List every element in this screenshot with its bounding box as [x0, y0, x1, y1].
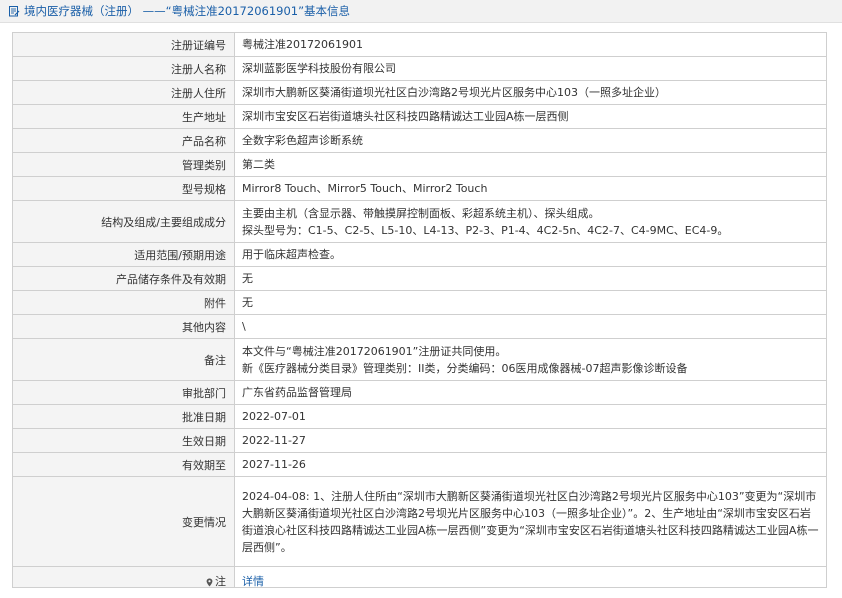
- row-value: 粤械注准20172061901: [242, 38, 363, 51]
- row-label: 变更情况: [13, 477, 235, 566]
- row-label: 其他内容: [13, 315, 235, 338]
- row-value: 无: [242, 272, 253, 285]
- row-label: 注册人名称: [13, 57, 235, 80]
- row-label: 管理类别: [13, 153, 235, 176]
- map-pin-icon: [206, 577, 213, 586]
- row-label: 产品名称: [13, 129, 235, 152]
- info-table: 注册证编号 粤械注准20172061901 注册人名称 深圳蓝影医学科技股份有限…: [12, 32, 827, 588]
- edit-document-icon: [8, 5, 20, 17]
- table-row: 其他内容 \: [13, 315, 826, 339]
- row-value: 全数字彩色超声诊断系统: [242, 134, 363, 147]
- change-history-value: 2024-04-08: 1、注册人住所由“深圳市大鹏新区葵涌街道坝光社区白沙湾路…: [235, 477, 826, 566]
- row-label: 批准日期: [13, 405, 235, 428]
- row-label: 注: [13, 567, 235, 588]
- table-row: 注册人名称 深圳蓝影医学科技股份有限公司: [13, 57, 826, 81]
- row-value: 无: [242, 296, 253, 309]
- table-row: 型号规格 Mirror8 Touch、Mirror5 Touch、Mirror2…: [13, 177, 826, 201]
- row-value: 第二类: [242, 158, 275, 171]
- table-row: 管理类别 第二类: [13, 153, 826, 177]
- table-row: 注册证编号 粤械注准20172061901: [13, 33, 826, 57]
- row-label: 产品储存条件及有效期: [13, 267, 235, 290]
- row-label: 型号规格: [13, 177, 235, 200]
- row-label: 注册人住所: [13, 81, 235, 104]
- table-row: 产品储存条件及有效期 无: [13, 267, 826, 291]
- row-value: 深圳市大鹏新区葵涌街道坝光社区白沙湾路2号坝光片区服务中心103（一照多址企业）: [242, 86, 666, 99]
- row-label: 适用范围/预期用途: [13, 243, 235, 266]
- row-label: 有效期至: [13, 453, 235, 476]
- table-row: 产品名称 全数字彩色超声诊断系统: [13, 129, 826, 153]
- table-row: 批准日期 2022-07-01: [13, 405, 826, 429]
- table-row: 注册人住所 深圳市大鹏新区葵涌街道坝光社区白沙湾路2号坝光片区服务中心103（一…: [13, 81, 826, 105]
- table-row: 审批部门 广东省药品监督管理局: [13, 381, 826, 405]
- table-row: 生产地址 深圳市宝安区石岩街道塘头社区科技四路精诚达工业园A栋一层西侧: [13, 105, 826, 129]
- row-value: 深圳蓝影医学科技股份有限公司: [242, 62, 396, 75]
- row-value: 本文件与“粤械注准20172061901”注册证共同使用。 新《医疗器械分类目录…: [242, 344, 688, 375]
- table-row: 结构及组成/主要组成成分 主要由主机（含显示器、带触摸屏控制面板、彩超系统主机）…: [13, 201, 826, 243]
- row-value: 用于临床超声检查。: [242, 248, 341, 261]
- row-label: 结构及组成/主要组成成分: [13, 201, 235, 242]
- note-label: 注: [215, 575, 226, 588]
- row-label: 生效日期: [13, 429, 235, 452]
- row-label: 注册证编号: [13, 33, 235, 56]
- table-row: 备注 本文件与“粤械注准20172061901”注册证共同使用。 新《医疗器械分…: [13, 339, 826, 381]
- row-value: 主要由主机（含显示器、带触摸屏控制面板、彩超系统主机）、探头组成。 探头型号为：…: [242, 206, 729, 237]
- table-row-change: 变更情况 2024-04-08: 1、注册人住所由“深圳市大鹏新区葵涌街道坝光社…: [13, 477, 826, 567]
- row-label: 生产地址: [13, 105, 235, 128]
- table-row: 有效期至 2027-11-26: [13, 453, 826, 477]
- table-row-note: 注 详情: [13, 567, 826, 588]
- table-row: 生效日期 2022-11-27: [13, 429, 826, 453]
- change-history-text: 2024-04-08: 1、注册人住所由“深圳市大鹏新区葵涌街道坝光社区白沙湾路…: [242, 489, 819, 554]
- row-value: Mirror8 Touch、Mirror5 Touch、Mirror2 Touc…: [242, 182, 488, 195]
- table-row: 附件 无: [13, 291, 826, 315]
- row-value: 详情: [235, 567, 826, 588]
- row-label: 备注: [13, 339, 235, 380]
- row-value: 深圳市宝安区石岩街道塘头社区科技四路精诚达工业园A栋一层西侧: [242, 110, 569, 123]
- row-label: 附件: [13, 291, 235, 314]
- details-link[interactable]: 详情: [242, 575, 264, 588]
- row-value: \: [242, 320, 246, 333]
- row-label: 审批部门: [13, 381, 235, 404]
- table-row: 适用范围/预期用途 用于临床超声检查。: [13, 243, 826, 267]
- row-value: 广东省药品监督管理局: [242, 386, 352, 399]
- page-title: 境内医疗器械（注册） ——“粤械注准20172061901”基本信息: [24, 4, 351, 18]
- row-value: 2022-11-27: [242, 434, 306, 447]
- row-value: 2022-07-01: [242, 410, 306, 423]
- row-value: 2027-11-26: [242, 458, 306, 471]
- page-header: 境内医疗器械（注册） ——“粤械注准20172061901”基本信息: [0, 0, 842, 23]
